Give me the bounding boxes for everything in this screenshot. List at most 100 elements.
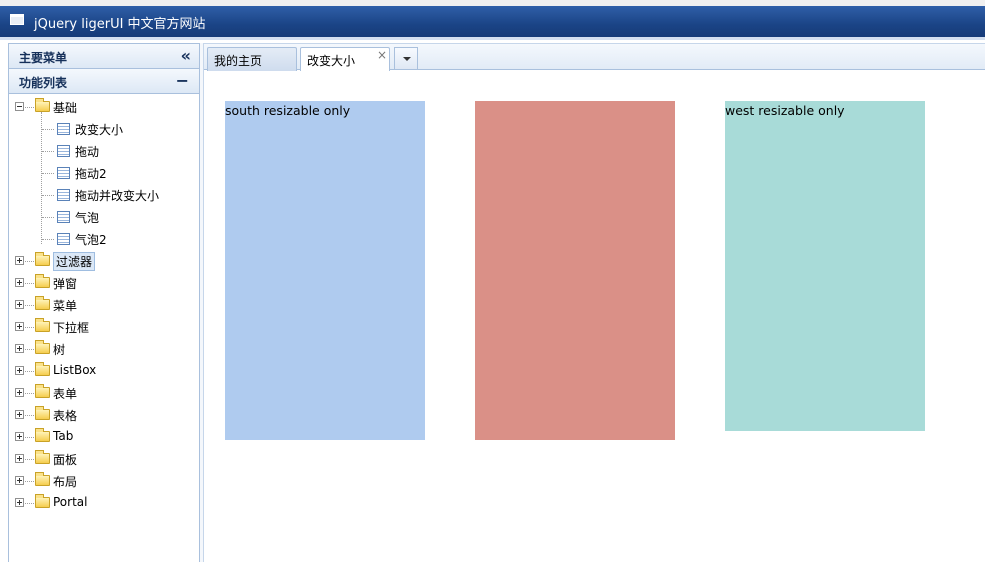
- tree-node[interactable]: Tab: [9, 426, 199, 448]
- box-caption: west resizable only: [725, 103, 845, 118]
- tree-node-label: 基础: [53, 101, 78, 115]
- tree-connector: [25, 107, 34, 108]
- main-menu-header: 主要菜单 «: [9, 44, 199, 69]
- tree-connector: [42, 239, 54, 240]
- tree-node[interactable]: 布局: [9, 470, 199, 492]
- tab-label: 我的主页: [214, 54, 263, 68]
- tree-leaf[interactable]: 拖动: [9, 140, 199, 162]
- tree-node[interactable]: 基础: [9, 96, 199, 118]
- tree-leaf-label: 气泡: [75, 211, 100, 225]
- tree-node[interactable]: 表单: [9, 382, 199, 404]
- folder-icon: [35, 296, 50, 310]
- expand-toggle-icon[interactable]: [15, 300, 24, 309]
- collapse-minus-icon[interactable]: −: [176, 71, 189, 90]
- tree-connector: [25, 503, 34, 504]
- function-list-header[interactable]: 功能列表 −: [9, 69, 199, 94]
- folder-icon: [35, 318, 50, 332]
- tree-guide-line: [41, 112, 42, 244]
- tree-node-label: 表格: [53, 409, 78, 423]
- tree-node[interactable]: ListBox: [9, 360, 199, 382]
- tree-leaf-label: 改变大小: [75, 123, 124, 137]
- tree-leaf-label: 拖动并改变大小: [75, 189, 160, 203]
- header-divider: [0, 37, 985, 40]
- tree-node-label: 过滤器: [53, 252, 96, 271]
- grid-page-icon: [57, 233, 70, 245]
- tree-connector: [25, 371, 34, 372]
- folder-icon: [35, 274, 50, 288]
- expand-toggle-icon[interactable]: [15, 344, 24, 353]
- tree-node[interactable]: 树: [9, 338, 199, 360]
- resizable-box-both[interactable]: [475, 101, 675, 440]
- expand-toggle-icon[interactable]: [15, 410, 24, 419]
- window-icon: [10, 14, 24, 25]
- double-chevron-left-icon[interactable]: «: [181, 46, 191, 65]
- tree-node-label: 布局: [53, 475, 78, 489]
- tree-connector: [25, 437, 34, 438]
- expand-toggle-icon[interactable]: [15, 476, 24, 485]
- layout-splitter[interactable]: [200, 43, 204, 562]
- folder-icon: [35, 362, 50, 376]
- tree-leaf[interactable]: 气泡: [9, 206, 199, 228]
- tab-list-dropdown-button[interactable]: [394, 47, 418, 70]
- folder-icon: [35, 494, 50, 508]
- tree-connector: [42, 173, 54, 174]
- main-menu-title: 主要菜单: [19, 51, 68, 65]
- tree-connector: [25, 305, 34, 306]
- tree-connector: [42, 195, 54, 196]
- folder-icon: [35, 98, 50, 112]
- tree-leaf[interactable]: 改变大小: [9, 118, 199, 140]
- tree-node[interactable]: Portal: [9, 492, 199, 514]
- tree-node[interactable]: 过滤器: [9, 250, 199, 272]
- resizable-box-south[interactable]: south resizable only: [225, 101, 425, 440]
- tab-label: 改变大小: [307, 54, 356, 68]
- folder-icon: [35, 472, 50, 486]
- expand-toggle-icon[interactable]: [15, 322, 24, 331]
- caret-down-icon: [403, 57, 411, 61]
- tree-leaf[interactable]: 拖动并改变大小: [9, 184, 199, 206]
- tree-node[interactable]: 表格: [9, 404, 199, 426]
- app-header: jQuery ligerUI 中文官方网站: [0, 6, 985, 37]
- folder-icon: [35, 406, 50, 420]
- tree-node[interactable]: 面板: [9, 448, 199, 470]
- tree-connector: [25, 261, 34, 262]
- tree-leaf-label: 气泡2: [75, 233, 107, 247]
- tab-resize[interactable]: 改变大小 ×: [300, 47, 390, 72]
- grid-page-icon: [57, 189, 70, 201]
- resizable-box-west[interactable]: west resizable only: [725, 101, 925, 431]
- tab-bar: 我的主页 改变大小 ×: [204, 43, 985, 72]
- tree-connector: [42, 217, 54, 218]
- expand-toggle-icon[interactable]: [15, 366, 24, 375]
- tree-node-label: Tab: [53, 429, 74, 443]
- tree-node-label: 表单: [53, 387, 78, 401]
- expand-toggle-icon[interactable]: [15, 498, 24, 507]
- folder-icon: [35, 340, 50, 354]
- tree-node[interactable]: 菜单: [9, 294, 199, 316]
- tree-connector: [25, 393, 34, 394]
- folder-icon: [35, 252, 50, 266]
- box-caption: south resizable only: [225, 103, 351, 118]
- tree-node-label: Portal: [53, 495, 88, 509]
- tree-connector: [42, 129, 54, 130]
- tree-node-label: 面板: [53, 453, 78, 467]
- expand-toggle-icon[interactable]: [15, 432, 24, 441]
- grid-page-icon: [57, 145, 70, 157]
- tree-node-label: 树: [53, 343, 66, 357]
- tab-home[interactable]: 我的主页: [207, 47, 297, 71]
- tree-connector: [25, 283, 34, 284]
- expand-toggle-icon[interactable]: [15, 388, 24, 397]
- expand-toggle-icon[interactable]: [15, 256, 24, 265]
- collapse-toggle-icon[interactable]: [15, 102, 24, 111]
- expand-toggle-icon[interactable]: [15, 278, 24, 287]
- tree-connector: [42, 151, 54, 152]
- tree-node-label: ListBox: [53, 363, 97, 377]
- expand-toggle-icon[interactable]: [15, 454, 24, 463]
- close-icon[interactable]: ×: [377, 48, 387, 62]
- tree-node[interactable]: 下拉框: [9, 316, 199, 338]
- app-title: jQuery ligerUI 中文官方网站: [34, 17, 206, 32]
- tree-leaf[interactable]: 气泡2: [9, 228, 199, 250]
- tree-leaf[interactable]: 拖动2: [9, 162, 199, 184]
- tree-connector: [25, 327, 34, 328]
- tree-leaf-label: 拖动2: [75, 167, 107, 181]
- tree-node[interactable]: 弹窗: [9, 272, 199, 294]
- folder-icon: [35, 450, 50, 464]
